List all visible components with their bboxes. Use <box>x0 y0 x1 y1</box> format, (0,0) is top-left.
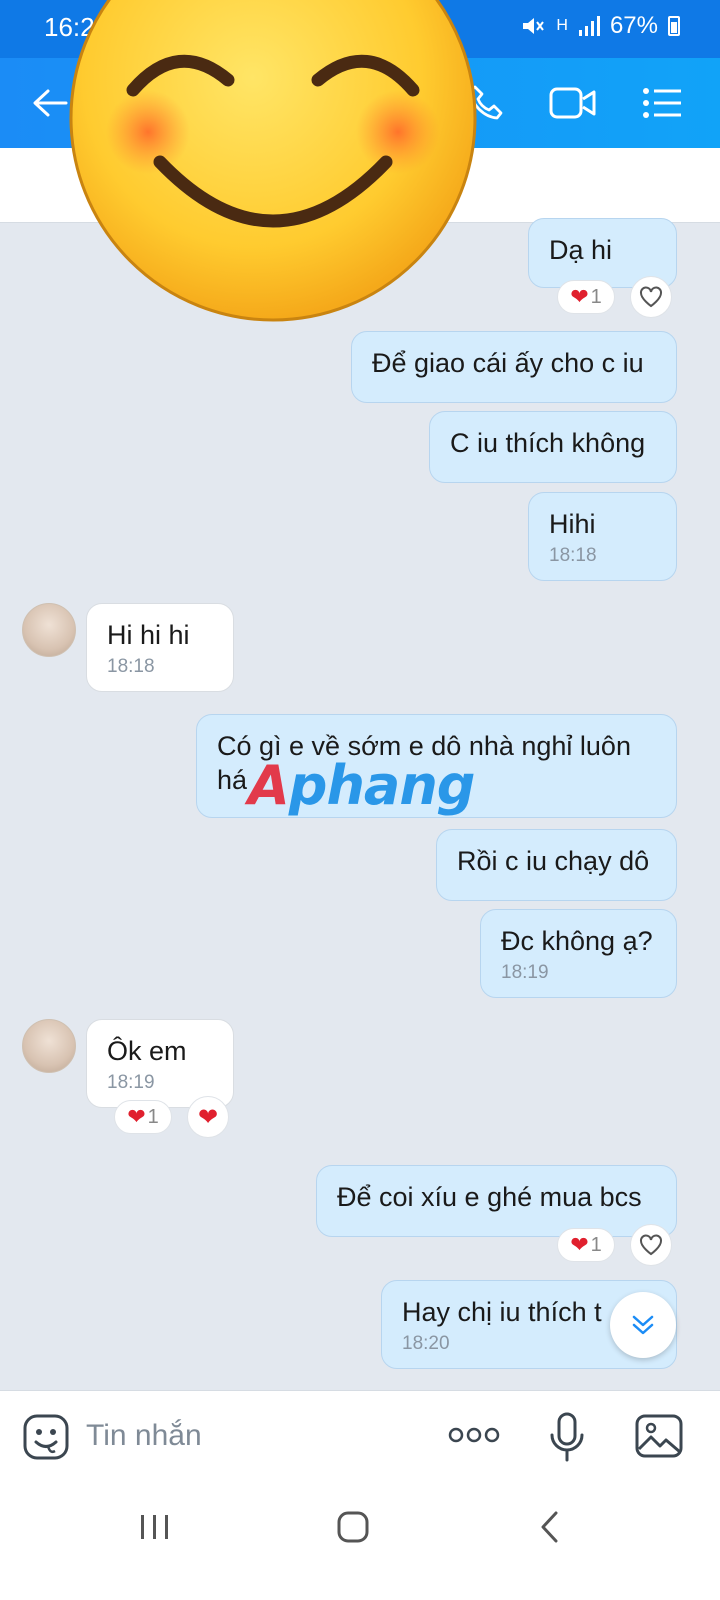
message-text-line2: há <box>217 765 248 795</box>
message-bubble-outgoing[interactable]: C iu thích không <box>429 411 677 483</box>
reaction-badge[interactable]: ❤ 1 <box>557 1228 615 1262</box>
message-text: C iu thích không <box>450 428 646 458</box>
message-bubble-incoming[interactable]: Ôk em 18:19 <box>86 1019 234 1108</box>
message-text: Rồi c iu chạy dô <box>457 846 650 876</box>
reaction-count: 1 <box>590 285 602 308</box>
video-call-button[interactable] <box>543 73 603 133</box>
message-bubble-outgoing[interactable]: Hihi 18:18 <box>528 492 677 581</box>
message-text: Hi hi hi <box>107 620 190 650</box>
sticker-face-icon <box>23 1414 69 1460</box>
gallery-button[interactable] <box>634 1413 684 1464</box>
react-button[interactable] <box>630 1224 672 1266</box>
message-timestamp: 18:19 <box>501 962 549 983</box>
system-nav-bar <box>0 1484 720 1600</box>
message-bubble-outgoing[interactable]: Đc không ạ? 18:19 <box>480 909 677 998</box>
heart-icon: ❤ <box>127 1104 146 1129</box>
contact-avatar[interactable] <box>22 603 76 657</box>
battery-icon <box>668 16 680 36</box>
home-icon <box>337 1511 369 1543</box>
message-text: Đc không ạ? <box>501 926 653 956</box>
message-text: Ôk em <box>107 1036 187 1066</box>
double-chevron-down-icon <box>632 1315 654 1335</box>
status-icons: H 67% <box>520 12 680 40</box>
message-input-bar: Tin nhắn <box>0 1390 720 1485</box>
recent-apps-icon <box>141 1515 168 1539</box>
message-text: Để coi xíu e ghé mua bcs <box>337 1182 642 1212</box>
sticker-button[interactable] <box>22 1413 70 1466</box>
message-timestamp: 18:19 <box>107 1072 155 1093</box>
more-dots-icon <box>448 1427 500 1443</box>
heart-filled-icon: ❤ <box>197 1103 219 1131</box>
video-camera-icon <box>549 87 596 119</box>
message-text: Để giao cái ấy cho c iu <box>372 348 644 378</box>
voice-message-button[interactable] <box>548 1411 586 1468</box>
message-bubble-incoming[interactable]: Hi hi hi 18:18 <box>86 603 234 692</box>
smiley-emoji-overlay <box>69 0 477 322</box>
message-text: Hay chị iu thích t <box>402 1297 602 1327</box>
message-timestamp: 18:18 <box>549 545 597 566</box>
signal-icon <box>578 16 600 36</box>
mute-icon <box>523 18 545 34</box>
list-menu-icon <box>643 88 681 118</box>
battery-percent: 67% <box>609 12 658 39</box>
system-back-button[interactable] <box>538 1510 562 1549</box>
reaction-count: 1 <box>590 1233 602 1256</box>
chevron-left-icon <box>541 1511 558 1543</box>
image-icon <box>635 1414 683 1458</box>
recent-apps-button[interactable] <box>138 1512 172 1547</box>
message-bubble-outgoing[interactable]: Để giao cái ấy cho c iu <box>351 331 677 403</box>
message-input[interactable]: Tin nhắn <box>86 1419 202 1453</box>
react-button[interactable] <box>630 276 672 318</box>
message-text: Dạ hi <box>549 235 613 265</box>
menu-button[interactable] <box>632 73 692 133</box>
heart-outline-icon <box>640 1234 662 1256</box>
message-bubble-outgoing[interactable]: Rồi c iu chạy dô <box>436 829 677 901</box>
back-arrow-icon <box>33 89 68 117</box>
more-options-button[interactable] <box>448 1425 500 1450</box>
microphone-icon <box>550 1412 584 1462</box>
react-button[interactable]: ❤ <box>187 1096 229 1138</box>
home-button[interactable] <box>336 1510 370 1549</box>
scroll-to-bottom-button[interactable] <box>610 1292 676 1358</box>
contact-avatar[interactable] <box>22 1019 76 1073</box>
message-bubble-outgoing[interactable]: Để coi xíu e ghé mua bcs <box>316 1165 677 1237</box>
message-text: Hihi <box>549 509 596 539</box>
heart-icon: ❤ <box>570 284 589 309</box>
watermark-logo: Aphang <box>248 754 475 817</box>
heart-outline-icon <box>640 286 662 308</box>
network-type: H <box>556 17 568 34</box>
reaction-count: 1 <box>147 1105 159 1128</box>
reaction-badge[interactable]: ❤ 1 <box>114 1100 172 1134</box>
heart-icon: ❤ <box>570 1232 589 1257</box>
message-timestamp: 18:18 <box>107 656 155 677</box>
reaction-badge[interactable]: ❤ 1 <box>557 280 615 314</box>
